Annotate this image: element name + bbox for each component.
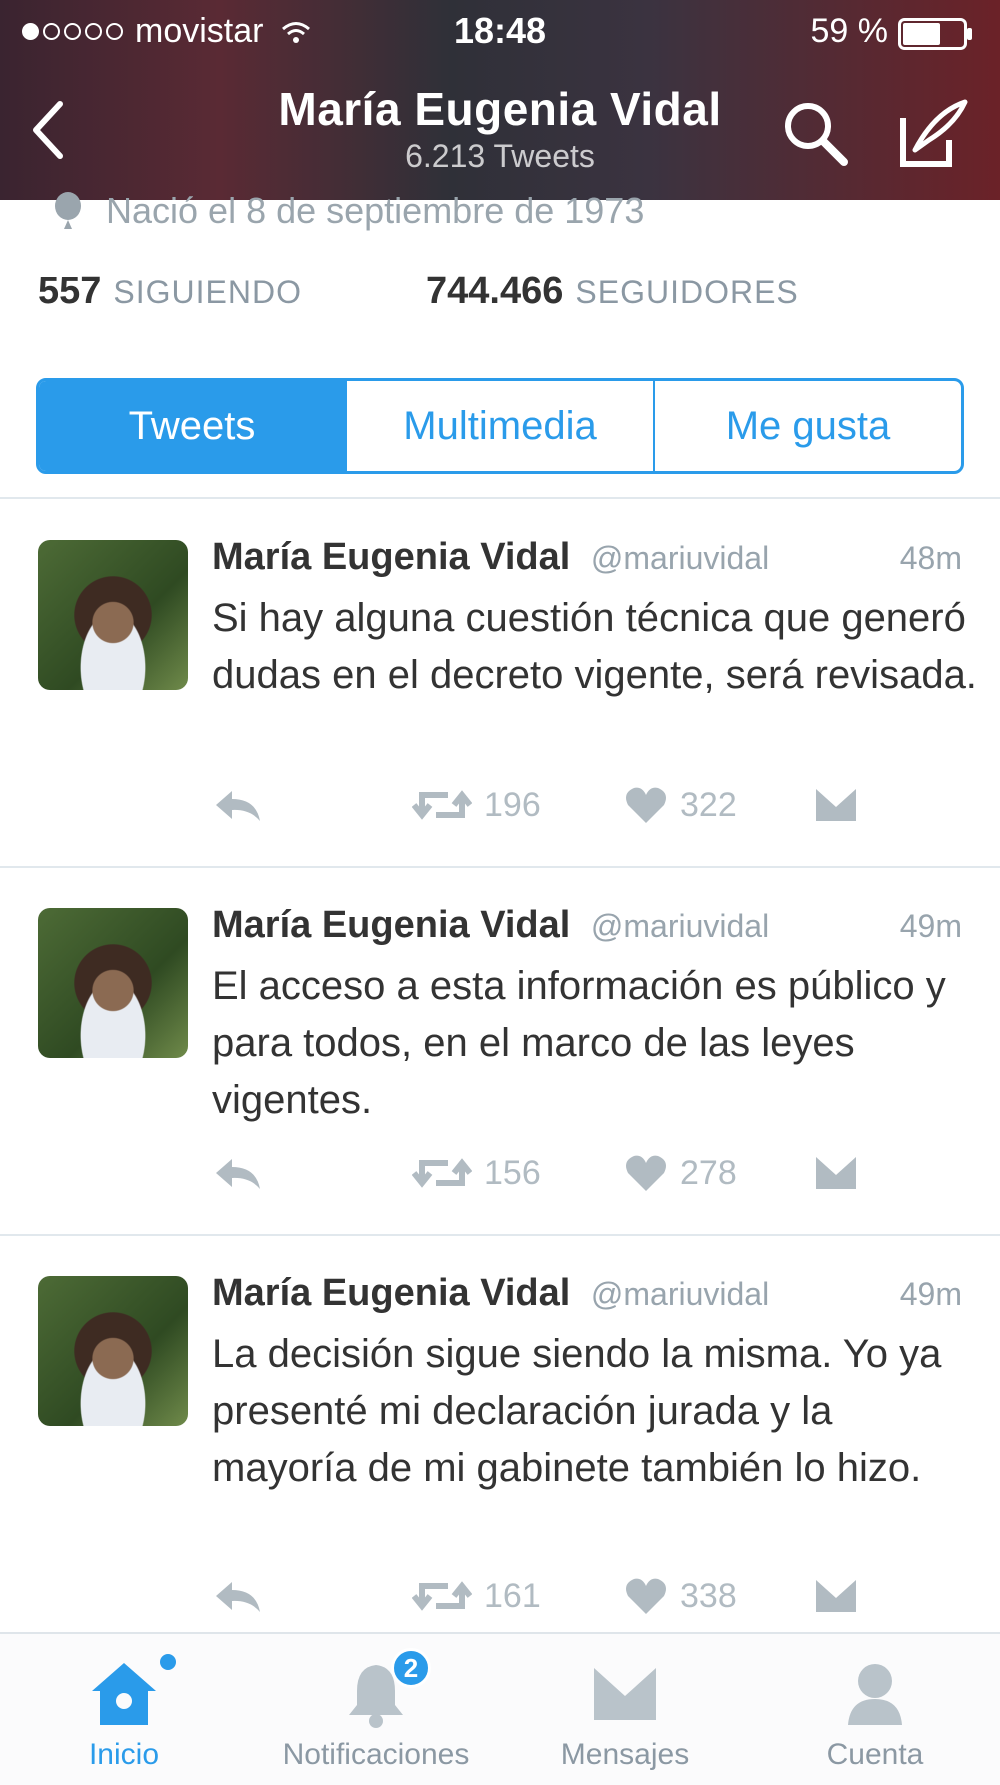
tab-label: Mensajes [560,1738,690,1771]
like-button[interactable]: 322 [624,785,737,825]
retweet-button[interactable]: 196 [412,785,541,825]
dm-button[interactable] [812,1153,860,1193]
tweet-time: 49m [899,1276,962,1312]
tweet-text: Si hay alguna cuestión técnica que gener… [212,596,977,697]
tweet-header: María Eugenia Vidal @mariuvidal 48m [212,536,972,579]
retweet-icon [412,790,472,820]
reply-button[interactable] [212,1153,264,1193]
tab-label: Notificaciones [282,1738,470,1771]
reply-button[interactable] [212,1576,264,1616]
tweet-time: 48m [899,540,962,576]
follow-counts: 557 SIGUIENDO 744.466 SEGUIDORES [38,270,978,326]
tweet-text: La decisión sigue siendo la misma. Yo ya… [212,1332,942,1490]
tweet-count: 6.213 Tweets [405,138,595,174]
tab-notificaciones[interactable]: 2 Notificaciones [248,1634,504,1785]
retweet-count: 196 [484,785,541,824]
dm-button[interactable] [812,785,860,825]
tweet-item[interactable]: María Eugenia Vidal @mariuvidal 49m La d… [0,1236,1000,1632]
retweet-icon [412,1158,472,1188]
tweet-handle: @mariuvidal [590,540,770,576]
tab-label: Inicio [88,1738,160,1771]
tweet-handle: @mariuvidal [590,1276,770,1312]
balloon-icon [55,192,81,229]
tweet-actions: 196 322 [212,785,912,845]
tweet-item[interactable]: María Eugenia Vidal @mariuvidal 48m Si h… [0,500,1000,865]
search-icon[interactable] [780,98,850,168]
following-number: 557 [38,270,102,312]
retweet-button[interactable]: 156 [412,1153,541,1193]
bell-icon: 2 [343,1648,431,1732]
tweet-author-name[interactable]: María Eugenia Vidal [212,1272,570,1314]
like-button[interactable]: 338 [624,1576,737,1616]
tweet-author-name[interactable]: María Eugenia Vidal [212,904,570,946]
battery-percent: 59 % [810,12,889,50]
envelope-icon [816,789,856,821]
tweet-header: María Eugenia Vidal @mariuvidal 49m [212,1272,972,1315]
reply-icon [216,791,260,821]
retweet-count: 161 [484,1576,541,1615]
bottom-tab-bar: Inicio 2 Notificaciones Mensajes Cuenta [0,1632,1000,1785]
tweet-text: El acceso a esta información es público … [212,964,946,1122]
tab-tweets[interactable]: Tweets [39,381,345,471]
tab-mensajes[interactable]: Mensajes [540,1634,710,1785]
avatar[interactable] [38,908,188,1058]
heart-icon [626,787,666,823]
notification-badge: 2 [391,1648,431,1688]
tab-me-gusta[interactable]: Me gusta [653,381,961,471]
envelope-icon [816,1580,856,1612]
battery-icon [898,18,972,50]
birth-date: Nació el 8 de septiembre de 1973 [50,190,644,232]
profile-title: María Eugenia Vidal [278,83,722,135]
reply-icon [216,1582,260,1612]
retweet-count: 156 [484,1153,541,1192]
home-icon [88,1654,176,1732]
tweet-actions: 161 338 [212,1576,912,1636]
reply-button[interactable] [212,785,264,825]
tab-inicio[interactable]: Inicio [52,1634,196,1785]
followers-label: SEGUIDORES [575,274,799,310]
followers-number: 744.466 [426,270,564,312]
tweet-header: María Eugenia Vidal @mariuvidal 49m [212,904,972,947]
following-label: SIGUIENDO [113,274,302,310]
profile-nav-bar: María Eugenia Vidal 6.213 Tweets [0,70,1000,200]
birth-text: Nació el 8 de septiembre de 1973 [106,190,645,231]
retweet-icon [412,1581,472,1611]
retweet-button[interactable]: 161 [412,1576,541,1616]
tab-label: Cuenta [826,1738,924,1771]
avatar[interactable] [38,540,188,690]
tweet-handle: @mariuvidal [590,908,770,944]
tweet-time: 49m [899,908,962,944]
profile-tabs: Tweets Multimedia Me gusta [36,378,964,474]
heart-icon [626,1578,666,1614]
reply-icon [216,1159,260,1189]
tweet-item[interactable]: María Eugenia Vidal @mariuvidal 49m El a… [0,868,1000,1233]
envelope-icon [816,1157,856,1189]
like-count: 322 [680,785,737,824]
followers-count[interactable]: 744.466 SEGUIDORES [426,270,799,313]
heart-icon [626,1155,666,1191]
divider [0,497,1000,499]
tab-multimedia[interactable]: Multimedia [345,381,653,471]
following-count[interactable]: 557 SIGUIENDO [38,270,302,313]
avatar[interactable] [38,1276,188,1426]
like-count: 278 [680,1153,737,1192]
status-bar: movistar 18:48 59 % [0,0,1000,66]
like-button[interactable]: 278 [624,1153,737,1193]
like-count: 338 [680,1576,737,1615]
tweet-author-name[interactable]: María Eugenia Vidal [212,536,570,578]
envelope-icon [590,1656,660,1732]
user-icon [842,1656,908,1732]
compose-icon[interactable] [895,94,971,170]
tweet-actions: 156 278 [212,1153,912,1213]
dm-button[interactable] [812,1576,860,1616]
new-content-dot [160,1654,176,1670]
app-header: movistar 18:48 59 % María Eugenia Vidal … [0,0,1000,200]
tab-cuenta[interactable]: Cuenta [800,1634,950,1785]
